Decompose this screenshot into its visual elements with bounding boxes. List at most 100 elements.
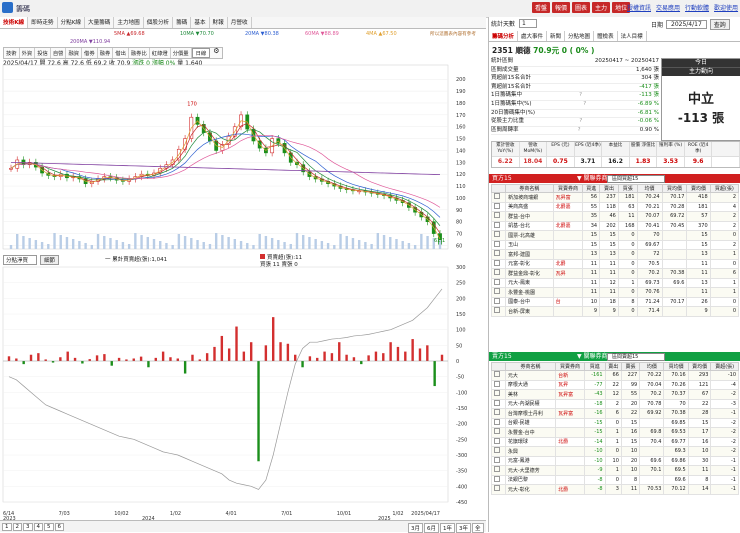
broker-name[interactable]: 國票-北高雄 <box>505 230 554 241</box>
broker-row[interactable]: 摩根大通 瓦昇 -77 22 99 70.04 70.26 121 -4 <box>491 379 739 390</box>
row-checkbox[interactable] <box>491 465 506 476</box>
page-5[interactable]: 5 <box>44 523 54 531</box>
broker-name[interactable]: 新加坡商瑞銀 <box>505 192 554 203</box>
help-icon[interactable] <box>567 67 587 75</box>
broker-row[interactable]: 國票-北高雄 15 15 0 70 15 0 <box>490 230 740 241</box>
column-header[interactable]: 買賣券商 <box>552 184 584 193</box>
column-header[interactable]: 買超(張) <box>709 184 740 193</box>
row-checkbox[interactable] <box>491 474 506 485</box>
row-checkbox[interactable] <box>490 268 507 279</box>
broker-row[interactable]: 台銀-民雄 -15 0 15 69.85 15 -2 <box>491 417 739 428</box>
link-mobile[interactable]: 行動軟體 <box>685 3 709 12</box>
column-header[interactable]: 買張 <box>617 184 638 193</box>
link-trade[interactable]: 交易應用 <box>656 3 680 12</box>
broker-name[interactable]: 元大-大里德芳 <box>504 465 557 476</box>
column-header[interactable]: 賣出 <box>599 184 619 193</box>
price-chart[interactable]: 90 100 110 120 130 140 150 160 170 180 190 200 80 70 6… <box>0 17 486 520</box>
row-checkbox[interactable] <box>491 408 506 419</box>
broker-row[interactable]: 新加坡商瑞銀 瓦昇富 56 237 181 70.24 70.17 418 2 <box>490 192 740 203</box>
broker-row[interactable]: 元大-內湖民權 -18 2 20 70.78 70 22 -3 <box>491 398 739 409</box>
row-checkbox[interactable] <box>490 258 507 269</box>
column-header[interactable]: 均價 <box>636 184 663 193</box>
column-header[interactable]: 賣均價 <box>687 362 712 371</box>
broker-name[interactable]: 國泰-台中 <box>505 296 554 307</box>
broker-name[interactable]: 摩根大通 <box>504 379 557 390</box>
broker-row[interactable]: 台新-屏東 9 9 0 71.4 9 0 <box>490 306 740 317</box>
broker-name[interactable]: 元大-內湖民權 <box>504 398 557 409</box>
page-4[interactable]: 4 <box>33 523 43 531</box>
row-checkbox[interactable] <box>490 220 507 231</box>
broker-row[interactable]: 群益金鼎-彰化 瓦昇 11 11 0 70.2 70.38 11 6 <box>490 268 740 279</box>
tab-target[interactable]: 法人目標 <box>618 31 647 41</box>
broker-name[interactable]: 富邦-建國 <box>505 249 554 260</box>
row-checkbox[interactable] <box>491 398 506 409</box>
broker-name[interactable]: 花旗環球 <box>504 436 557 447</box>
link-welcome[interactable]: 歡迎使用 <box>714 3 738 12</box>
broker-row[interactable]: 永興 -10 0 10 69.3 10 -2 <box>491 446 739 457</box>
help-icon[interactable] <box>576 110 596 118</box>
page-1[interactable]: 1 <box>2 523 12 531</box>
row-checkbox[interactable] <box>491 484 506 495</box>
help-icon[interactable] <box>544 58 564 66</box>
tab-health[interactable]: 體檢表 <box>594 31 618 41</box>
broker-name[interactable]: 美商高盛 <box>505 201 554 212</box>
broker-name[interactable]: 玉山 <box>505 239 554 250</box>
broker-name[interactable]: 元富-彰化 <box>505 258 554 269</box>
column-header[interactable]: 均價 <box>639 362 665 371</box>
broker-row[interactable]: 法銀巴黎 -8 0 8 69.6 8 -1 <box>491 474 739 485</box>
broker-name[interactable]: 元大-彰化 <box>504 484 557 495</box>
top-button-main[interactable]: 主力 <box>592 2 611 13</box>
broker-row[interactable]: 元大-大里德芳 -9 1 10 70.1 69.5 11 -1 <box>491 465 739 476</box>
broker-row[interactable]: 凱基-台北 北爵嘉 34 202 168 70.41 70.45 370 2 <box>490 220 740 231</box>
broker-row[interactable]: 富邦-建國 13 13 0 72 13 1 <box>490 249 740 260</box>
broker-row[interactable]: 美林 瓦昇富 -43 12 55 70.2 70.37 67 -2 <box>491 389 739 400</box>
page-6[interactable]: 6 <box>54 523 64 531</box>
broker-name[interactable]: 台新-屏東 <box>505 306 554 317</box>
broker-name[interactable]: 群益金鼎-彰化 <box>505 268 554 279</box>
help-icon[interactable]: ? <box>569 127 589 135</box>
column-header[interactable]: 賣出 <box>604 362 622 371</box>
row-checkbox[interactable] <box>491 379 506 390</box>
page-3[interactable]: 3 <box>23 523 33 531</box>
row-checkbox[interactable] <box>490 230 507 241</box>
broker-name[interactable]: 台灣摩根士丹利 <box>504 408 557 419</box>
tab-branch-map[interactable]: 分點地圖 <box>565 31 595 41</box>
top-button-quote[interactable]: 報價 <box>552 2 571 13</box>
column-header[interactable]: 賣超(張) <box>710 362 739 371</box>
row-checkbox[interactable] <box>490 249 507 260</box>
column-header[interactable]: 買賣券商 <box>555 362 586 371</box>
lower-select[interactable]: 分點淨買 <box>3 255 38 265</box>
column-header[interactable]: 買進 <box>584 362 606 371</box>
column-header[interactable]: 買均價 <box>663 362 689 371</box>
row-checkbox[interactable] <box>490 296 507 307</box>
help-icon[interactable]: ? <box>575 101 595 109</box>
date-input[interactable]: 2025/4/17 <box>666 20 707 29</box>
detail-button[interactable]: 細節 <box>40 255 60 265</box>
broker-row[interactable]: 花旗環球 北爵 -14 1 15 70.4 69.77 16 -2 <box>491 436 739 447</box>
broker-name[interactable]: 群益-台中 <box>505 211 554 222</box>
link-license[interactable]: 授權資訊 <box>627 3 651 12</box>
days-select[interactable]: 1 <box>519 19 537 28</box>
row-checkbox[interactable] <box>490 287 507 298</box>
tab-chip-analysis[interactable]: 籌碼分析 <box>489 31 519 41</box>
buy-select[interactable]: 區間買超15 <box>607 175 665 183</box>
row-checkbox[interactable] <box>491 446 506 457</box>
column-header[interactable]: 券商名稱 <box>504 362 557 371</box>
row-checkbox[interactable] <box>490 239 507 250</box>
row-checkbox[interactable] <box>490 211 507 222</box>
broker-name[interactable]: 法銀巴黎 <box>504 474 557 485</box>
help-icon[interactable] <box>575 84 595 92</box>
top-button-watch[interactable]: 看盤 <box>532 2 551 13</box>
row-checkbox[interactable] <box>491 436 506 447</box>
broker-row[interactable]: 元大 台新 -161 66 227 70.22 70.16 293 -10 <box>491 370 739 381</box>
column-header[interactable]: 買均價 <box>661 184 688 193</box>
broker-row[interactable]: 國泰-台中台 10 18 8 71.24 70.17 26 0 <box>490 296 740 307</box>
broker-row[interactable]: 元大-鳳東 11 12 1 69.73 69.6 13 1 <box>490 277 740 288</box>
broker-row[interactable]: 元大-彰化 北爵 -8 3 11 70.53 70.12 14 -1 <box>491 484 739 495</box>
row-checkbox[interactable] <box>490 306 507 317</box>
broker-name[interactable]: 永豐金-桃園 <box>505 287 554 298</box>
row-checkbox[interactable] <box>491 427 506 438</box>
tab-news[interactable]: 新聞 <box>547 31 566 41</box>
broker-name[interactable]: 永興 <box>504 446 557 457</box>
sell-dropdown[interactable]: ▼ 關聯券商 <box>577 352 608 361</box>
